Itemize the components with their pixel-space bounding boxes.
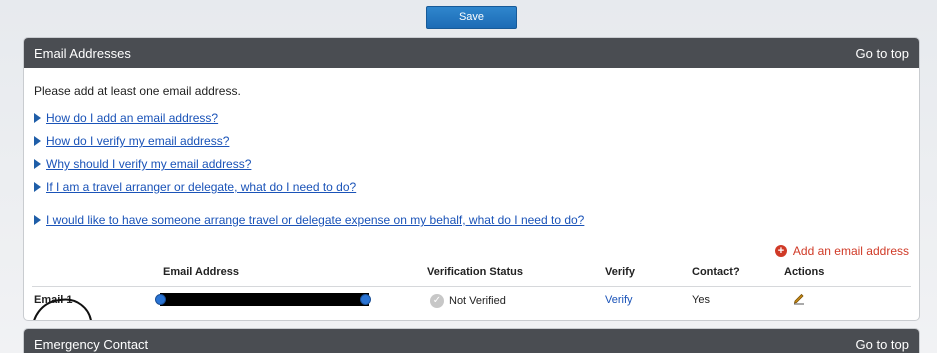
help-link-verify[interactable]: How do I verify my email address? xyxy=(46,134,229,148)
emergency-contact-panel: Emergency Contact Go to top xyxy=(23,328,920,353)
contact-value: Yes xyxy=(692,294,710,306)
add-email-button[interactable]: + Add an email address xyxy=(774,244,909,258)
triangle-right-icon xyxy=(34,182,41,192)
col-header-status: Verification Status xyxy=(427,266,523,278)
col-header-email: Email Address xyxy=(163,266,240,278)
intro-text: Please add at least one email address. xyxy=(34,84,241,98)
triangle-right-icon xyxy=(34,113,41,123)
email-addresses-panel: Email Addresses Go to top Please add at … xyxy=(23,37,920,321)
selection-handle-end[interactable] xyxy=(360,294,371,305)
emergency-panel-header: Emergency Contact Go to top xyxy=(24,329,919,353)
go-to-top-link[interactable]: Go to top xyxy=(856,337,909,352)
verify-link[interactable]: Verify xyxy=(605,294,633,306)
col-header-actions: Actions xyxy=(784,266,825,278)
table-divider xyxy=(32,286,911,287)
triangle-right-icon xyxy=(34,136,41,146)
help-link-delegate[interactable]: I would like to have someone arrange tra… xyxy=(46,213,584,227)
help-item-why[interactable]: Why should I verify my email address? xyxy=(34,157,251,171)
emergency-panel-title: Emergency Contact xyxy=(34,336,149,352)
help-item-verify[interactable]: How do I verify my email address? xyxy=(34,134,229,148)
help-link-arranger[interactable]: If I am a travel arranger or delegate, w… xyxy=(46,180,356,194)
go-to-top-link[interactable]: Go to top xyxy=(856,46,909,61)
help-link-why[interactable]: Why should I verify my email address? xyxy=(46,157,251,171)
triangle-right-icon xyxy=(34,159,41,169)
status-text: Not Verified xyxy=(449,295,506,307)
save-button[interactable]: Save xyxy=(426,6,517,29)
redacted-email xyxy=(160,293,369,306)
col-header-contact: Contact? xyxy=(692,266,740,278)
help-item-add[interactable]: How do I add an email address? xyxy=(34,111,218,125)
help-item-delegate[interactable]: I would like to have someone arrange tra… xyxy=(34,213,584,227)
col-header-verify: Verify xyxy=(605,266,635,278)
pencil-icon[interactable] xyxy=(792,291,806,310)
add-email-label: Add an email address xyxy=(792,244,909,258)
plus-circle-icon: + xyxy=(774,245,787,257)
check-circle-icon: ✓ xyxy=(430,294,444,308)
email-panel-header: Email Addresses Go to top xyxy=(24,38,919,68)
selection-handle-start[interactable] xyxy=(155,294,166,305)
email-panel-title: Email Addresses xyxy=(34,45,131,61)
verification-status: ✓ Not Verified xyxy=(430,294,506,308)
help-link-add[interactable]: How do I add an email address? xyxy=(46,111,218,125)
help-item-arranger[interactable]: If I am a travel arranger or delegate, w… xyxy=(34,180,356,194)
triangle-right-icon xyxy=(34,215,41,225)
